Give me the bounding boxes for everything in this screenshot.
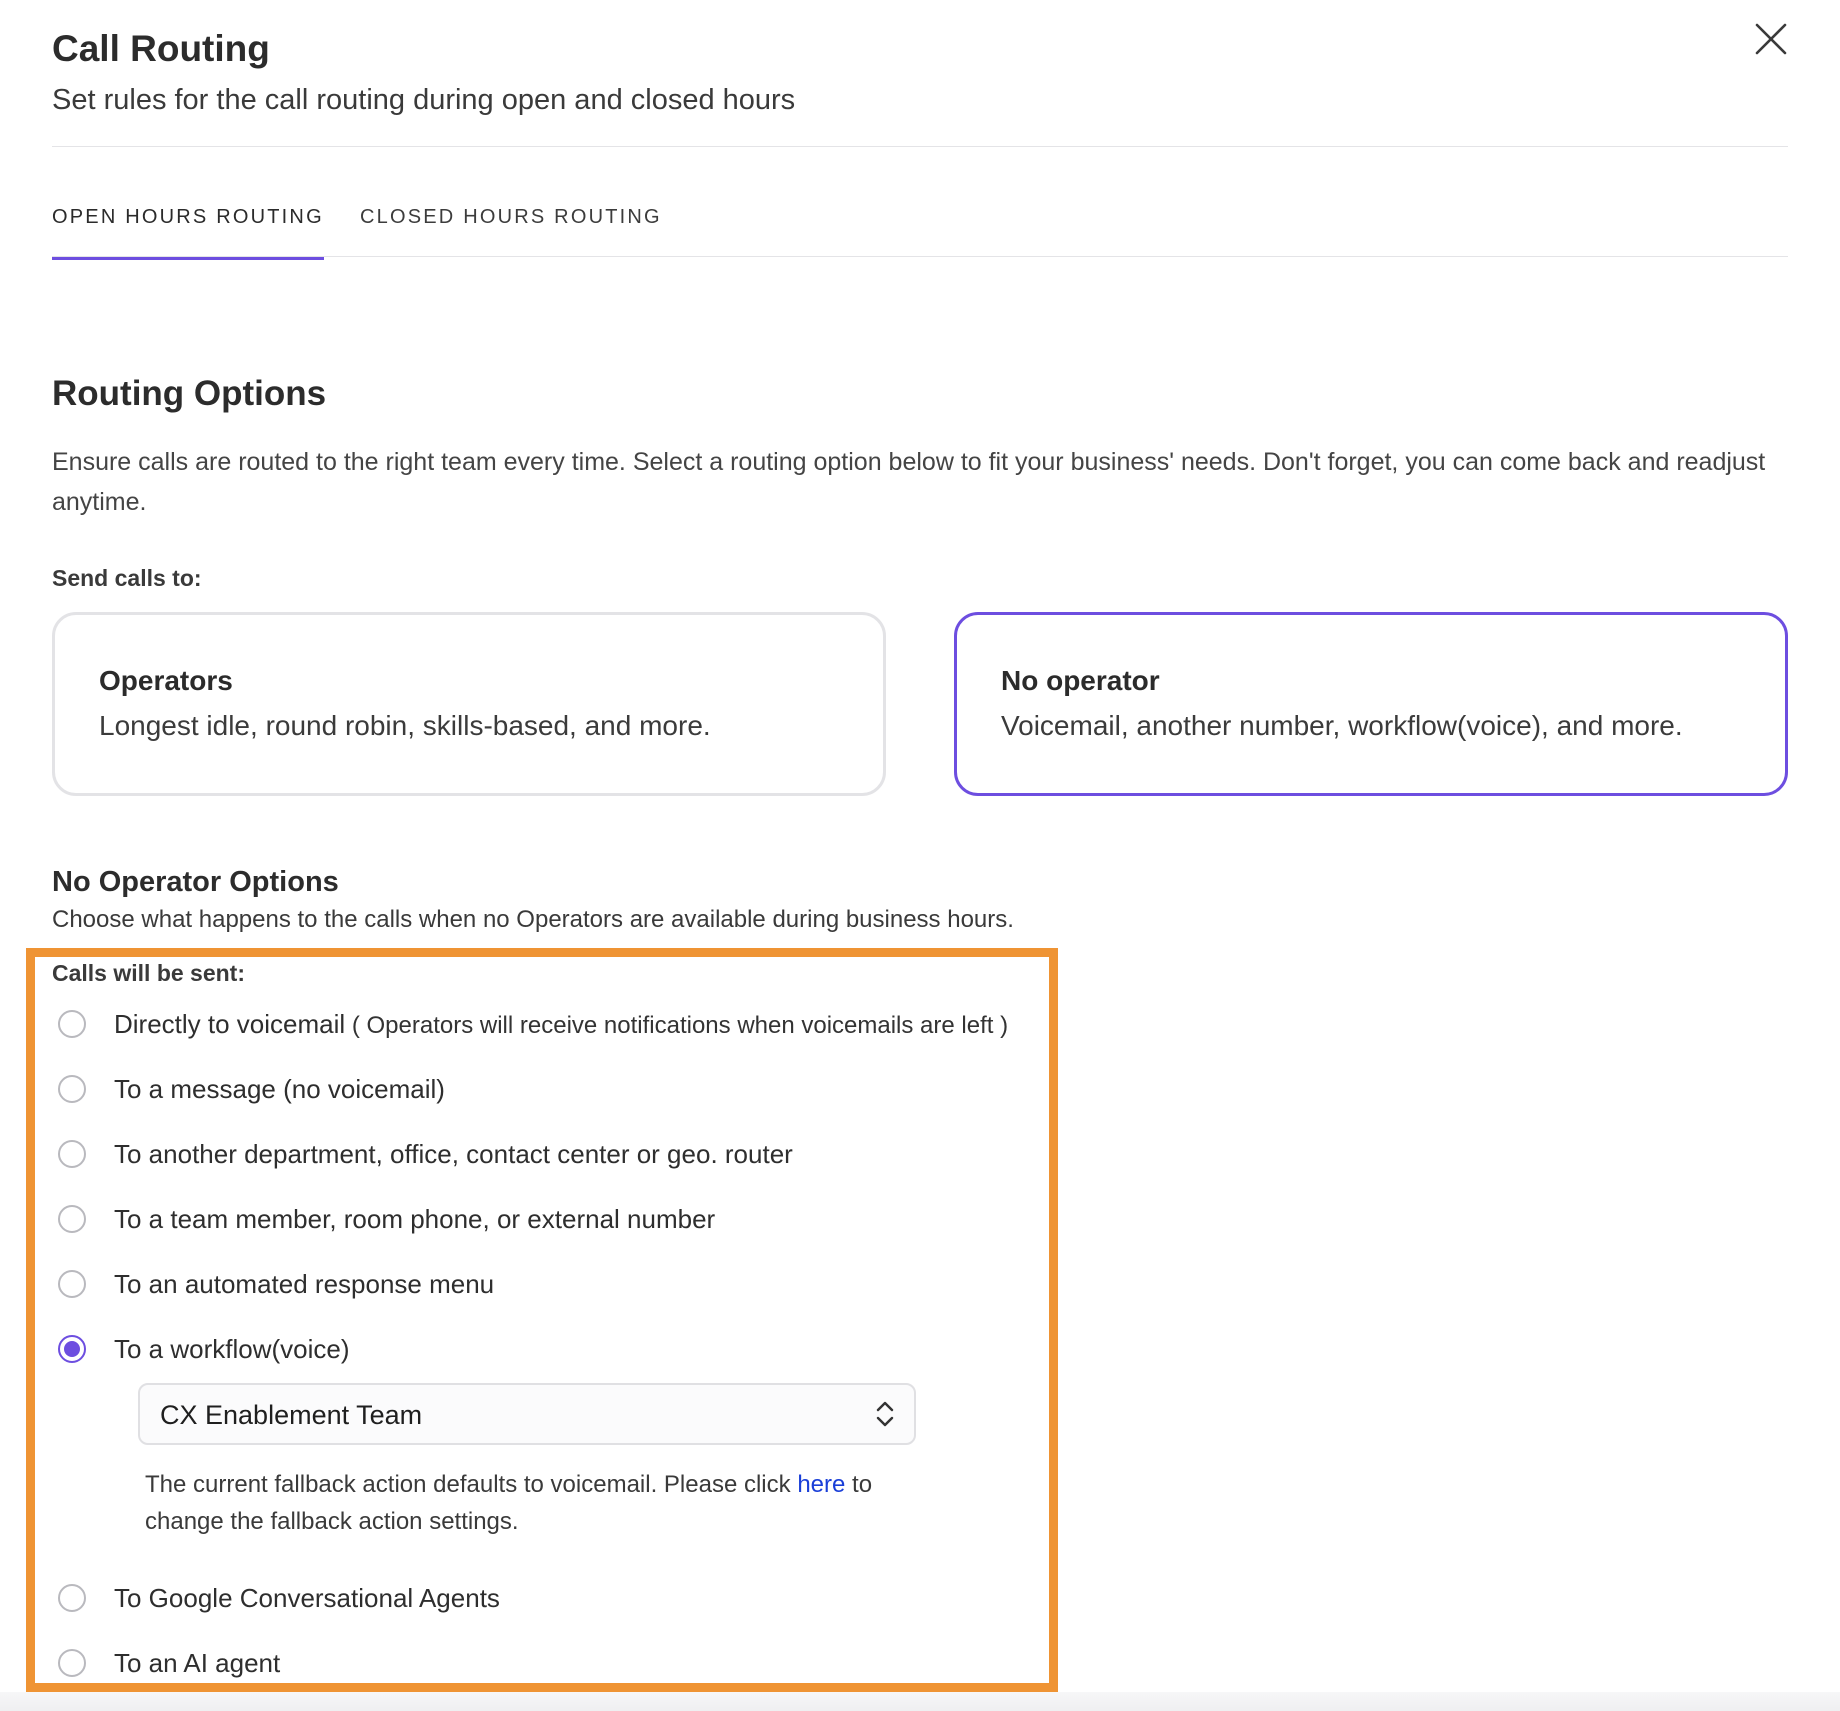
close-icon — [1755, 23, 1787, 55]
option-label: To another department, office, contact c… — [114, 1138, 793, 1169]
option-label: Directly to voicemail — [114, 1008, 346, 1039]
operators-card[interactable]: Operators Longest idle, round robin, ski… — [52, 612, 886, 796]
radio-button[interactable] — [58, 1010, 86, 1038]
no-operator-card[interactable]: No operator Voicemail, another number, w… — [954, 612, 1788, 796]
radio-option-department[interactable]: To another department, office, contact c… — [58, 1134, 793, 1174]
tab-closed-hours-routing[interactable]: CLOSED HOURS ROUTING — [360, 206, 662, 257]
radio-button[interactable] — [58, 1140, 86, 1168]
workflow-select-value: CX Enablement Team — [160, 1400, 423, 1430]
option-label: To an AI agent — [114, 1647, 281, 1678]
card-description: Longest idle, round robin, skills-based,… — [99, 710, 711, 741]
dialog-title: Call Routing — [52, 28, 270, 69]
card-description: Voicemail, another number, workflow(voic… — [1001, 710, 1683, 741]
radio-option-ai-agent[interactable]: To an AI agent — [58, 1643, 280, 1683]
workflow-select[interactable]: CX Enablement Team — [138, 1383, 916, 1445]
option-label: To Google Conversational Agents — [114, 1582, 500, 1613]
card-title: Operators — [99, 665, 233, 696]
routing-options-title: Routing Options — [52, 374, 327, 413]
radio-dot — [64, 1341, 80, 1357]
radio-option-workflow[interactable]: To a workflow(voice) — [58, 1329, 350, 1369]
option-label: To an automated response menu — [114, 1268, 495, 1299]
radio-option-automated-menu[interactable]: To an automated response menu — [58, 1264, 494, 1304]
radio-button-checked[interactable] — [58, 1335, 86, 1363]
chevron-up-down-icon — [874, 1399, 896, 1434]
option-label: To a team member, room phone, or externa… — [114, 1203, 716, 1234]
no-operator-options-title: No Operator Options — [52, 866, 339, 898]
option-label: To a message (no voicemail) — [114, 1073, 445, 1104]
option-label: To a workflow(voice) — [114, 1333, 350, 1364]
calls-will-be-sent-label: Calls will be sent: — [52, 960, 245, 986]
tabs-divider — [52, 256, 1788, 257]
radio-option-team-member[interactable]: To a team member, room phone, or externa… — [58, 1199, 715, 1239]
fallback-note: The current fallback action defaults to … — [145, 1466, 925, 1540]
routing-tabs: OPEN HOURS ROUTING CLOSED HOURS ROUTING — [52, 170, 1788, 260]
header-divider — [52, 146, 1788, 147]
option-note: ( Operators will receive notifications w… — [345, 1011, 1009, 1039]
close-button[interactable] — [1752, 20, 1790, 58]
routing-options-description: Ensure calls are routed to the right tea… — [52, 448, 1766, 516]
radio-button[interactable] — [58, 1270, 86, 1298]
fallback-text: The current fallback action defaults to … — [145, 1471, 798, 1498]
fallback-settings-link[interactable]: here — [797, 1471, 845, 1498]
radio-button[interactable] — [58, 1649, 86, 1677]
radio-button[interactable] — [58, 1584, 86, 1612]
bottom-shade — [0, 1692, 1840, 1711]
dialog-subtitle: Set rules for the call routing during op… — [52, 84, 796, 116]
radio-button[interactable] — [58, 1205, 86, 1233]
card-title: No operator — [1001, 665, 1160, 696]
radio-option-voicemail[interactable]: Directly to voicemail ( Operators will r… — [58, 1004, 1008, 1044]
radio-option-google-agents[interactable]: To Google Conversational Agents — [58, 1578, 500, 1618]
send-calls-label: Send calls to: — [52, 565, 202, 591]
radio-option-message[interactable]: To a message (no voicemail) — [58, 1069, 445, 1109]
radio-button[interactable] — [58, 1075, 86, 1103]
no-operator-options-description: Choose what happens to the calls when no… — [52, 906, 1014, 933]
tab-open-hours-routing[interactable]: OPEN HOURS ROUTING — [52, 206, 324, 260]
